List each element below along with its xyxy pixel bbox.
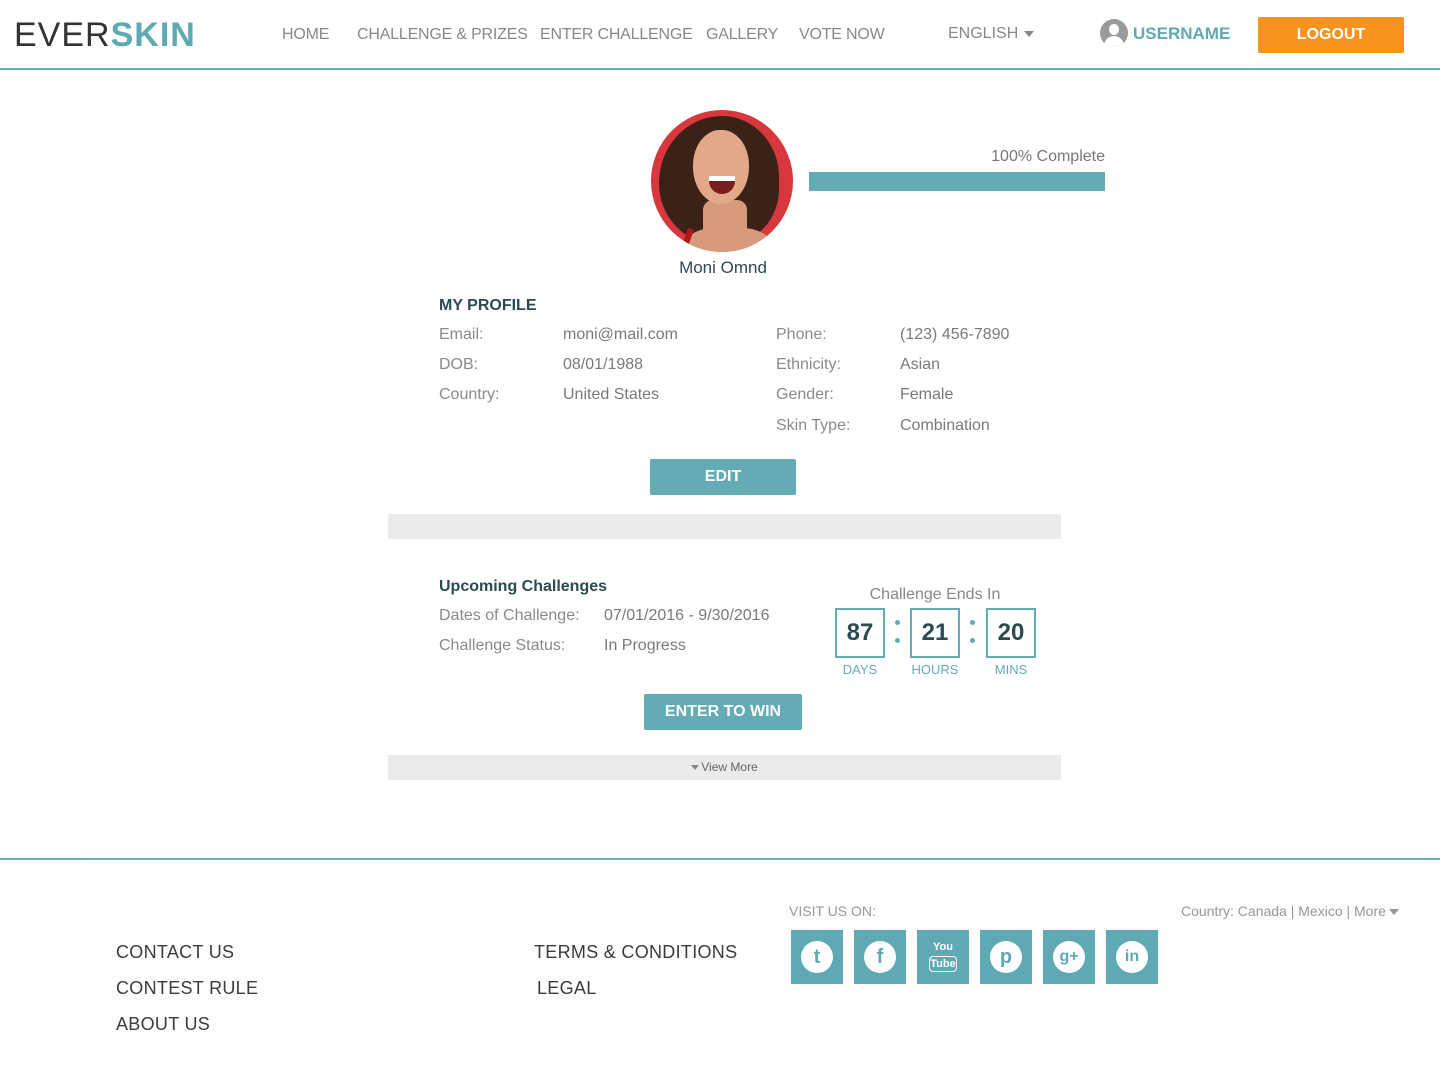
country-selector[interactable]: Country: Canada | Mexico | More [1181,902,1399,920]
country-label: Country: [439,386,500,403]
challenge-dates-label: Dates of Challenge: [439,607,580,624]
progress-label: 100% Complete [991,148,1105,165]
youtube-link[interactable]: You Tube [917,930,969,984]
progress-fill [809,172,1105,191]
countdown-hours-unit: HOURS [911,662,959,677]
profile-avatar [651,110,793,252]
caret-down-icon [691,765,700,771]
footer-contest-rule[interactable]: CONTEST RULE [116,977,258,999]
caret-down-icon [1388,909,1399,916]
email-label: Email: [439,326,484,343]
view-more-toggle[interactable]: View More [388,755,1061,780]
pinterest-link[interactable]: p [980,930,1032,984]
logo[interactable]: EVERSKIN [14,16,196,54]
gender-label: Gender: [776,386,834,403]
linkedin-link[interactable]: in [1106,930,1158,984]
dob-label: DOB: [439,356,479,373]
nav-challenge-prizes[interactable]: CHALLENGE & PRIZES [357,24,528,46]
nav-vote-now[interactable]: VOTE NOW [799,24,885,46]
footer-legal[interactable]: LEGAL [537,977,597,999]
site-header: EVERSKIN HOME CHALLENGE & PRIZES ENTER C… [0,0,1440,70]
section-divider [388,514,1061,539]
challenge-dates-value: 07/01/2016 - 9/30/2016 [604,607,770,624]
ethnicity-label: Ethnicity: [776,356,841,373]
logout-button[interactable]: LOGOUT [1258,17,1404,53]
footer-about-us[interactable]: ABOUT US [116,1013,210,1035]
site-footer [87,862,1423,1078]
countdown-mins-unit: MINS [994,662,1028,677]
youtube-icon-top: You [933,941,953,953]
linkedin-icon: in [1116,941,1148,973]
logo-part-ever: EVER [14,16,111,54]
countdown-days-unit: DAYS [842,662,878,677]
facebook-icon: f [864,941,896,973]
nav-enter-challenge[interactable]: ENTER CHALLENGE [540,24,693,46]
language-select[interactable]: ENGLISH [948,23,1035,45]
youtube-icon-bottom: Tube [929,956,957,972]
countdown-separator [895,618,901,648]
countdown-separator [970,618,976,648]
countdown-title: Challenge Ends In [869,586,1001,603]
google-plus-link[interactable]: g+ [1043,930,1095,984]
gender-value: Female [900,386,954,403]
enter-to-win-button[interactable]: ENTER TO WIN [644,694,802,730]
edit-profile-button[interactable]: EDIT [650,459,796,495]
countdown-days: 87 [835,608,885,658]
footer-divider [0,858,1440,860]
youtube-icon: You Tube [929,940,957,974]
visit-us-label: VISIT US ON: [789,903,876,919]
logo-part-skin: SKIN [110,16,196,54]
footer-terms[interactable]: TERMS & CONDITIONS [534,941,737,963]
user-avatar-icon [1100,19,1128,47]
upcoming-challenges-title: Upcoming Challenges [439,578,608,595]
twitter-link[interactable]: t [791,930,843,984]
challenge-status-label: Challenge Status: [439,637,566,654]
challenge-status-value: In Progress [604,637,686,654]
profile-name: Moni Omnd [679,258,767,277]
ethnicity-value: Asian [900,356,941,373]
caret-down-icon [1024,30,1035,37]
footer-contact-us[interactable]: CONTACT US [116,941,234,963]
view-more-label: View More [701,760,758,774]
country-selector-label: Country: Canada | Mexico | More [1181,903,1386,919]
my-profile-title: MY PROFILE [439,297,537,314]
nav-gallery[interactable]: GALLERY [706,24,778,46]
twitter-icon: t [801,941,833,973]
phone-value: (123) 456-7890 [900,326,1010,343]
nav-home[interactable]: HOME [282,24,329,46]
profile-progress-bar [809,172,1105,191]
facebook-link[interactable]: f [854,930,906,984]
google-plus-icon: g+ [1053,941,1085,973]
email-value: moni@mail.com [563,326,678,343]
pinterest-icon: p [990,941,1022,973]
country-value: United States [563,386,660,403]
phone-label: Phone: [776,326,827,343]
skin-type-label: Skin Type: [776,417,851,434]
countdown-mins: 20 [986,608,1036,658]
skin-type-value: Combination [900,417,990,434]
countdown-hours: 21 [910,608,960,658]
language-label: ENGLISH [948,25,1019,42]
dob-value: 08/01/1988 [563,356,644,373]
username-label: USERNAME [1133,24,1231,43]
